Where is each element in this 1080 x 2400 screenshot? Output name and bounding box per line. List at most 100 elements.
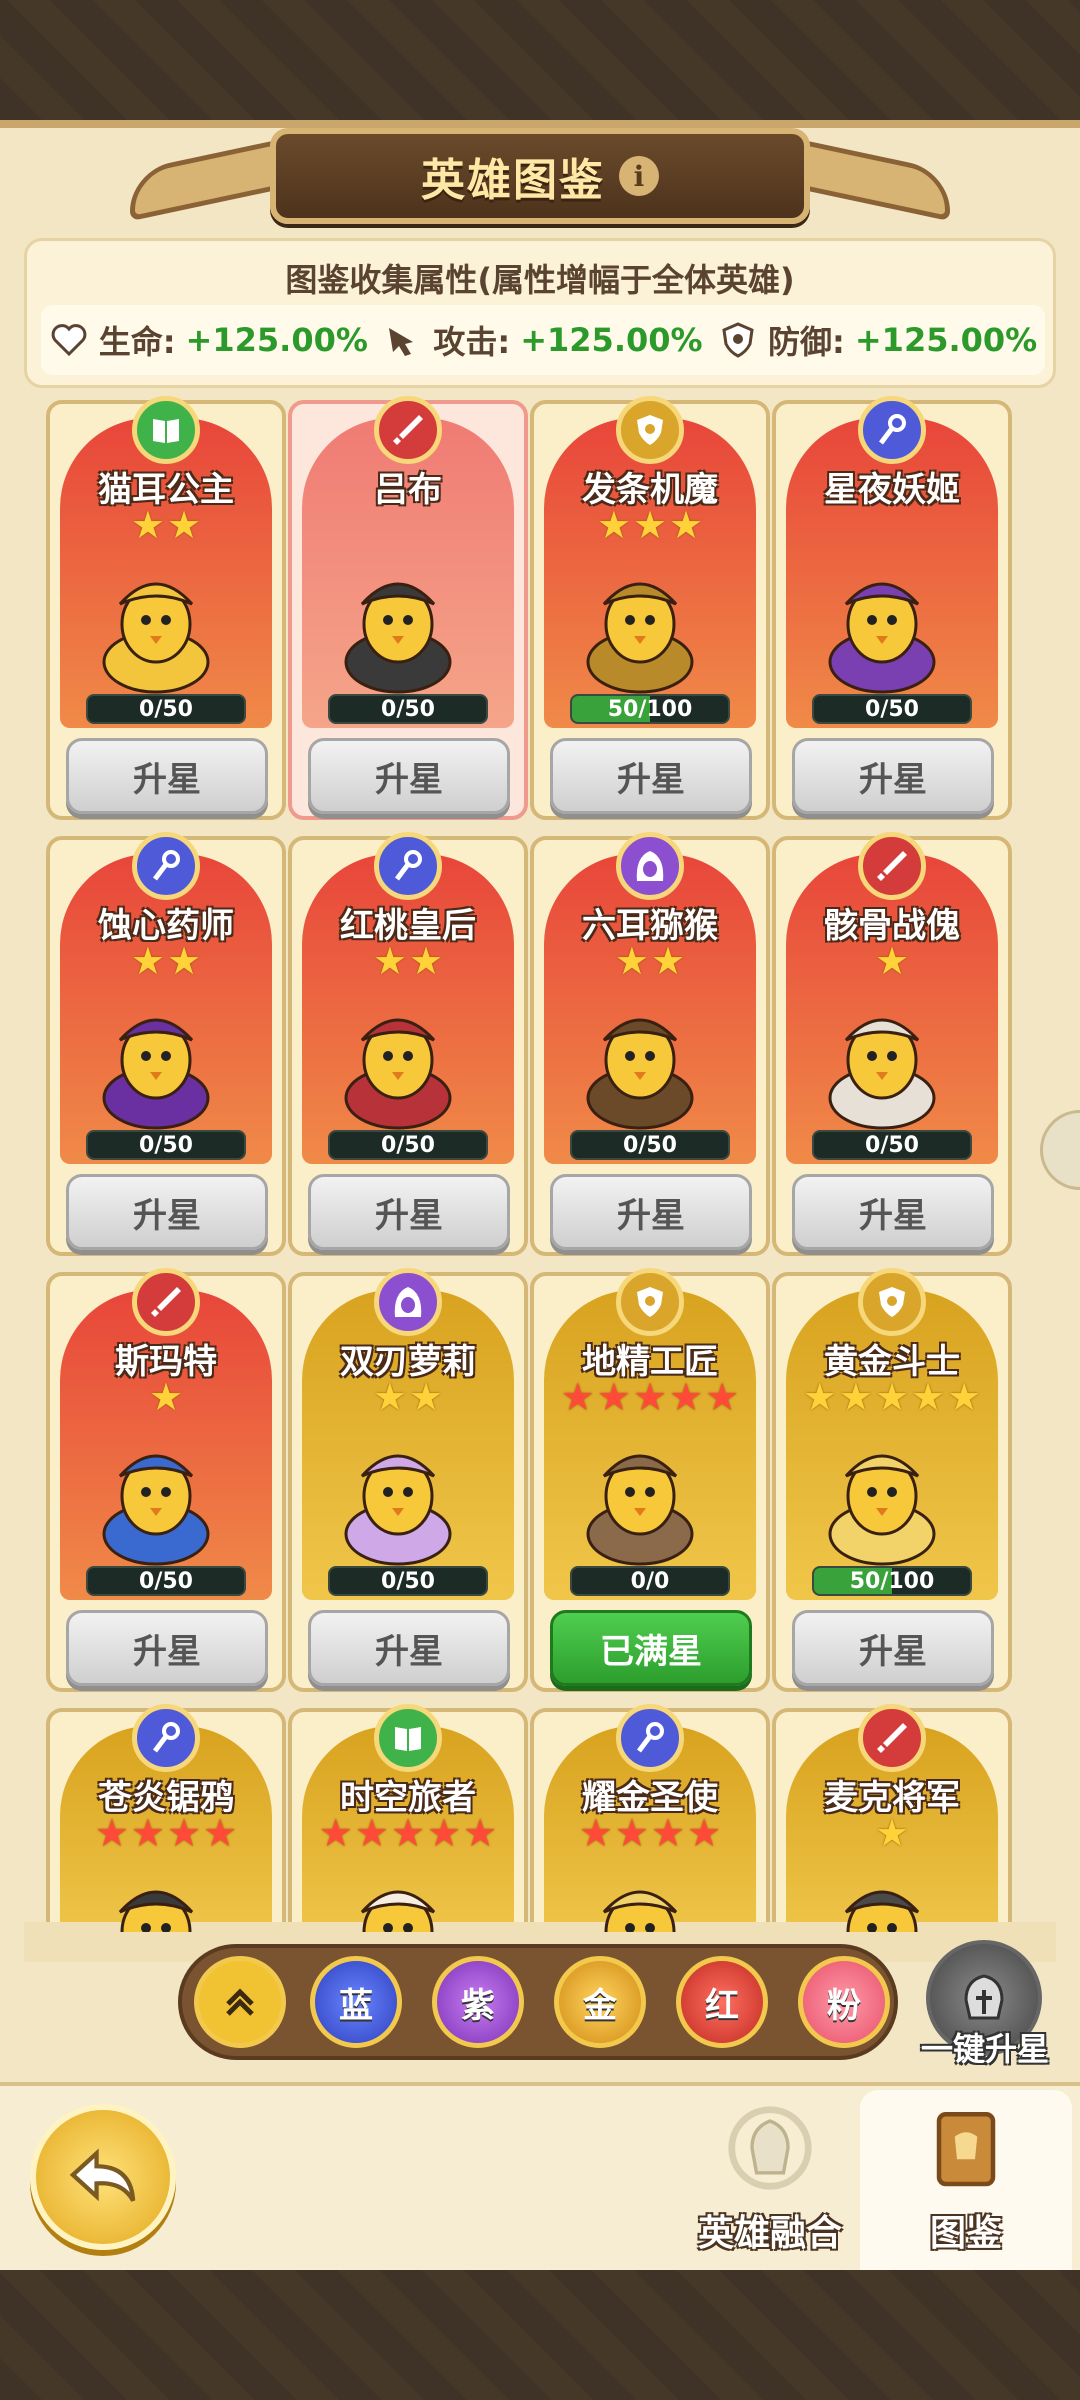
hero-portrait — [806, 544, 958, 694]
filter-gold-button[interactable]: 金 — [554, 1956, 646, 2048]
staff-icon — [616, 1704, 684, 1772]
hero-card[interactable]: 麦克将军 ★ — [772, 1704, 1012, 1942]
hero-card[interactable]: 苍炎锯鸦 ★ ★ ★ ★ — [46, 1704, 286, 1942]
hero-name: 猫耳公主 — [98, 470, 234, 510]
collection-stats-title: 图鉴收集属性(属性增幅于全体英雄) — [285, 261, 795, 299]
filter-purple-button[interactable]: 紫 — [432, 1956, 524, 2048]
hero-stars: ★ — [50, 1378, 282, 1416]
upgrade-star-button[interactable]: 升星 — [308, 1174, 510, 1250]
hero-progress-text: 50/100 — [849, 1568, 935, 1594]
hero-card[interactable]: 猫耳公主 ★ ★ 0/50 升星 — [46, 396, 286, 820]
hero-stars: ★ ★ — [50, 942, 282, 980]
star-icon: ★ — [560, 1375, 595, 1419]
hero-portrait — [806, 980, 958, 1130]
hero-portrait — [80, 1852, 232, 1932]
upgrade-star-button[interactable]: 升星 — [550, 1174, 752, 1250]
upgrade-star-button[interactable]: 升星 — [66, 738, 268, 814]
hero-progress-bar: 0/50 — [328, 1566, 488, 1596]
shield-icon — [718, 320, 758, 360]
hero-progress-bar: 0/50 — [328, 1130, 488, 1160]
hero-progress-text: 0/0 — [630, 1568, 670, 1594]
back-button[interactable] — [30, 2104, 176, 2250]
hero-card[interactable]: 吕布 0/50 升星 — [288, 396, 528, 820]
hero-name: 蚀心药师 — [98, 906, 234, 946]
stat-hp-label: 生命: — [98, 323, 176, 361]
filter-blue-button[interactable]: 蓝 — [310, 1956, 402, 2048]
star-icon: ★ — [372, 1375, 407, 1419]
upgrade-star-button[interactable]: 升星 — [308, 738, 510, 814]
star-icon: ★ — [148, 1375, 184, 1419]
hero-progress-bar: 0/50 — [86, 694, 246, 724]
tab-hero-fusion[interactable]: 英雄融合 — [680, 2090, 860, 2270]
attack-icon — [383, 320, 423, 360]
upgrade-star-button[interactable]: 升星 — [792, 1174, 994, 1250]
tab-hero-fusion-label: 英雄融合 — [697, 2213, 842, 2254]
star-icon: ★ — [669, 1375, 704, 1419]
hero-card[interactable]: 红桃皇后 ★ ★ 0/50 升星 — [288, 832, 528, 1256]
hero-card[interactable]: 地精工匠 ★ ★ ★ ★ ★ 0/0 已满星 — [530, 1268, 770, 1692]
stat-def-label: 防御: — [768, 323, 845, 361]
hero-stars: ★ ★ — [534, 942, 766, 980]
hero-progress-bar: 50/100 — [570, 694, 730, 724]
hero-progress-text: 0/50 — [865, 1132, 919, 1158]
collapse-filter-button[interactable] — [194, 1956, 286, 2048]
filter-bar — [178, 1944, 898, 2060]
star-icon: ★ — [874, 1375, 910, 1419]
book-icon — [374, 1704, 442, 1772]
hero-card[interactable]: 六耳猕猴 ★ ★ 0/50 升星 — [530, 832, 770, 1256]
stat-hp-value: +125.00% — [185, 321, 368, 359]
star-icon: ★ — [409, 939, 444, 983]
staff-icon — [132, 832, 200, 900]
star-icon: ★ — [802, 1375, 837, 1419]
stat-atk: 攻击: +125.00% — [383, 317, 703, 363]
hero-portrait — [80, 544, 232, 694]
collection-stats-panel: 图鉴收集属性(属性增幅于全体英雄) 生命: +125.00% 攻击: +125.… — [24, 238, 1056, 388]
helmet-icon — [964, 1974, 1004, 2020]
star-icon: ★ — [203, 1811, 238, 1855]
star-icon: ★ — [409, 1375, 444, 1419]
hero-card[interactable]: 双刃萝莉 ★ ★ 0/50 升星 — [288, 1268, 528, 1692]
tab-codex[interactable]: 图鉴 — [860, 2090, 1072, 2270]
upgrade-star-button[interactable]: 升星 — [66, 1174, 268, 1250]
hero-card[interactable]: 骸骨战傀 ★ 0/50 升星 — [772, 832, 1012, 1256]
hero-portrait — [322, 1416, 474, 1566]
hero-portrait — [80, 1416, 232, 1566]
star-icon: ★ — [838, 1375, 873, 1419]
collection-stats-row: 生命: +125.00% 攻击: +125.00% 防御: +125.00% — [41, 305, 1045, 375]
star-icon: ★ — [874, 1811, 910, 1855]
hero-card[interactable]: 时空旅者 ★ ★ ★ ★ ★ — [288, 1704, 528, 1942]
hero-progress-text: 0/50 — [139, 696, 193, 722]
hero-card[interactable]: 发条机魔 ★ ★ ★ 50/100 升星 — [530, 396, 770, 820]
shield-icon — [858, 1268, 926, 1336]
hero-card[interactable]: 蚀心药师 ★ ★ 0/50 升星 — [46, 832, 286, 1256]
star-icon: ★ — [318, 1811, 353, 1855]
hero-stars: ★ ★ ★ ★ — [50, 1814, 282, 1852]
hero-card[interactable]: 斯玛特 ★ 0/50 升星 — [46, 1268, 286, 1692]
hero-stars: ★ ★ ★ ★ ★ — [292, 1814, 524, 1852]
star-icon: ★ — [578, 1811, 613, 1855]
hero-stars: ★ ★ ★ ★ ★ — [534, 1378, 766, 1416]
upgrade-star-button[interactable]: 升星 — [550, 738, 752, 814]
hero-progress-bar: 0/50 — [86, 1566, 246, 1596]
star-icon: ★ — [596, 503, 631, 547]
hero-progress-bar: 50/100 — [812, 1566, 972, 1596]
hero-name: 红桃皇后 — [340, 906, 476, 946]
upgrade-star-button[interactable]: 升星 — [308, 1610, 510, 1686]
hero-card[interactable]: 星夜妖姬 0/50 升星 — [772, 396, 1012, 820]
hero-progress-text: 0/50 — [865, 696, 919, 722]
stat-def: 防御: +125.00% — [718, 317, 1037, 363]
filter-red-button[interactable]: 红 — [676, 1956, 768, 2048]
hero-stars: ★ ★ ★ ★ ★ — [776, 1378, 1008, 1416]
hero-progress-bar: 0/50 — [328, 694, 488, 724]
upgrade-star-button[interactable]: 升星 — [66, 1610, 268, 1686]
upgrade-star-button[interactable]: 升星 — [792, 738, 994, 814]
star-icon: ★ — [687, 1811, 722, 1855]
upgrade-star-button[interactable]: 升星 — [792, 1610, 994, 1686]
max-star-button[interactable]: 已满星 — [550, 1610, 752, 1686]
hero-card[interactable]: 黄金斗士 ★ ★ ★ ★ ★ 50/100 升星 — [772, 1268, 1012, 1692]
hero-card[interactable]: 耀金圣使 ★ ★ ★ ★ — [530, 1704, 770, 1942]
star-icon: ★ — [130, 503, 165, 547]
filter-pink-button[interactable]: 粉 — [798, 1956, 890, 2048]
star-icon: ★ — [669, 503, 704, 547]
info-icon[interactable]: i — [619, 156, 659, 196]
